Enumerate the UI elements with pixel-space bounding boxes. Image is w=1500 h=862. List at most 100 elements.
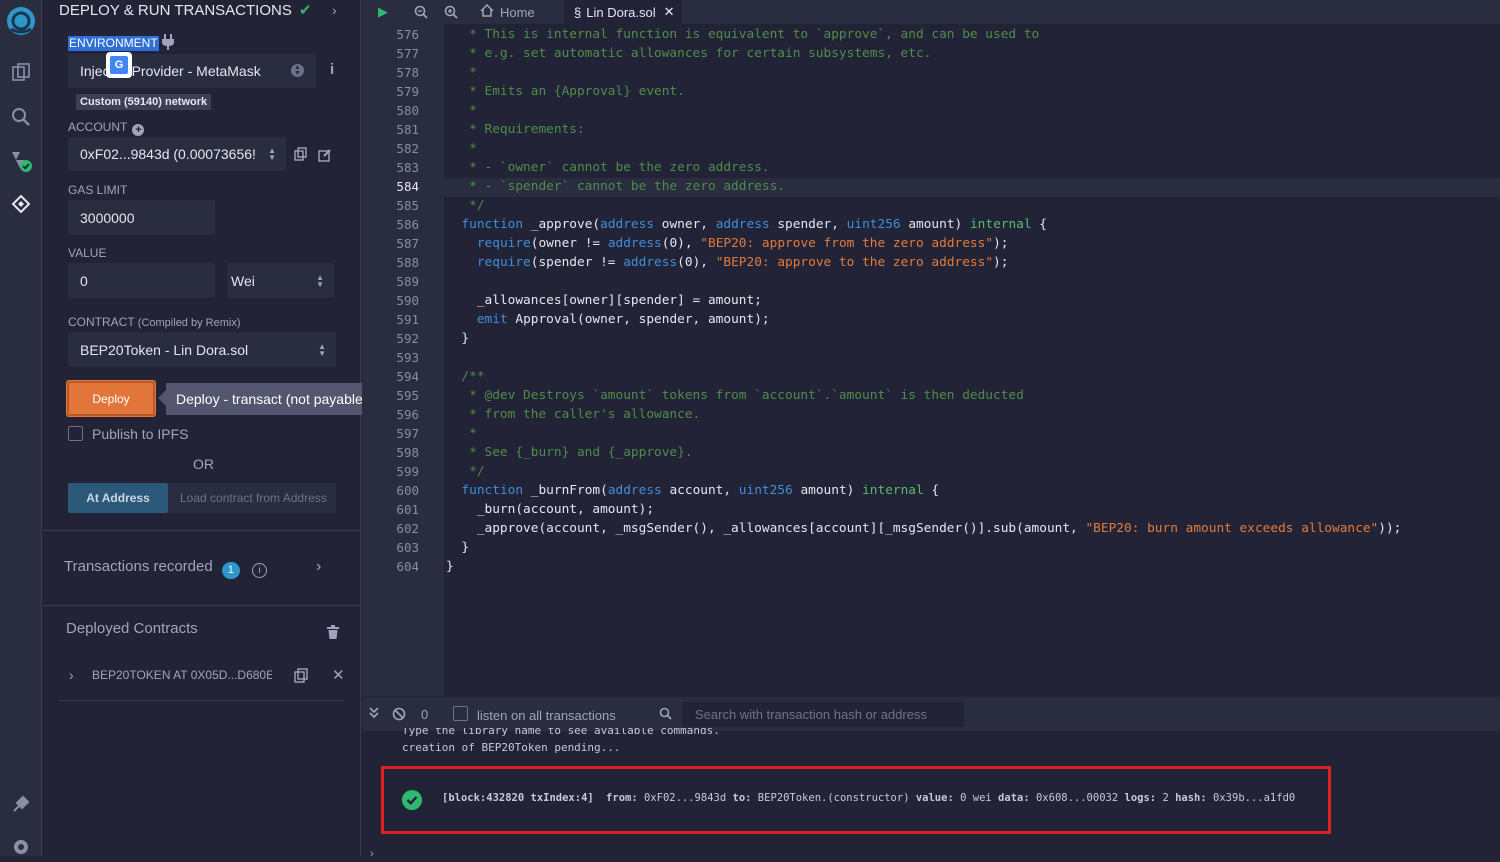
value-unit-text: Wei: [231, 272, 255, 289]
plugin-manager-icon[interactable]: [6, 789, 36, 819]
line-number: 599: [396, 464, 419, 479]
tab-home[interactable]: Home: [478, 0, 564, 24]
code-line[interactable]: emit Approval(owner, spender, amount);: [446, 312, 770, 327]
account-select[interactable]: 0xF02...9843d (0.00073656! ▲ ▼: [68, 137, 286, 171]
line-number: 585: [396, 198, 419, 213]
contract-label: CONTRACT (Compiled by Remix): [68, 315, 241, 329]
plug-icon: [161, 34, 175, 53]
tx-value-value: 0 wei: [960, 792, 992, 804]
prompt-chevron-icon[interactable]: ›: [370, 848, 374, 860]
code-line[interactable]: _approve(account, _msgSender(), _allowan…: [446, 521, 1402, 536]
value-unit-select[interactable]: Wei ▲ ▼: [227, 263, 334, 298]
line-number: 591: [396, 312, 419, 327]
tx-from-label: from:: [606, 792, 638, 804]
account-value: 0xF02...9843d (0.00073656!: [80, 146, 256, 162]
home-icon: [480, 3, 494, 20]
remix-logo-icon[interactable]: [4, 4, 38, 38]
line-number: 588: [396, 255, 419, 270]
code-line[interactable]: * This is internal function is equivalen…: [446, 27, 1039, 42]
code-line[interactable]: /**: [446, 369, 484, 384]
translate-icon[interactable]: G: [106, 52, 132, 78]
tab-file-label: Lin Dora.sol: [586, 4, 656, 20]
code-line[interactable]: * from the caller's allowance.: [446, 407, 700, 422]
select-arrows-icon: ▲ ▼: [318, 341, 326, 358]
code-line[interactable]: function _burnFrom(address account, uint…: [446, 483, 939, 498]
clear-console-icon[interactable]: [392, 707, 406, 726]
tab-lin-dora-sol[interactable]: § Lin Dora.sol ✕: [564, 0, 682, 24]
line-number: 577: [396, 46, 419, 61]
line-number: 598: [396, 445, 419, 460]
select-arrows-icon: ▲ ▼: [291, 64, 304, 77]
tx-data-label: data:: [998, 792, 1030, 804]
tx-hash-label: hash:: [1175, 792, 1207, 804]
solidity-compiler-icon[interactable]: [6, 146, 36, 176]
code-line[interactable]: _burn(account, amount);: [446, 502, 654, 517]
search-icon[interactable]: [6, 102, 36, 132]
code-line[interactable]: * - `owner` cannot be the zero address.: [446, 160, 769, 175]
copy-icon[interactable]: [294, 147, 307, 164]
zoom-out-icon[interactable]: [414, 0, 428, 24]
code-line[interactable]: */: [446, 198, 484, 213]
line-number: 596: [396, 407, 419, 422]
listen-all-checkbox[interactable]: [453, 706, 468, 721]
publish-ipfs-checkbox[interactable]: [68, 426, 83, 441]
code-line[interactable]: * See {_burn} and {_approve}.: [446, 445, 692, 460]
transactions-recorded-header[interactable]: Transactions recorded 1 i: [64, 558, 268, 579]
close-icon[interactable]: ✕: [332, 666, 345, 684]
chevron-right-icon[interactable]: ›: [332, 2, 337, 18]
run-script-icon[interactable]: ▶: [378, 0, 388, 24]
code-line[interactable]: }: [446, 540, 469, 555]
add-account-icon[interactable]: +: [132, 124, 145, 136]
pending-tx-count: 0: [421, 707, 429, 722]
check-icon: ✔: [299, 2, 312, 19]
deploy-button[interactable]: Deploy: [67, 381, 155, 416]
tx-hash-value: 0x39b...a1fd0: [1213, 792, 1296, 804]
code-line[interactable]: require(spender != address(0), "BEP20: a…: [446, 255, 1009, 270]
gas-limit-input[interactable]: 3000000: [68, 200, 215, 235]
code-line[interactable]: * e.g. set automatic allowances for cert…: [446, 46, 931, 61]
code-line[interactable]: *: [446, 426, 477, 441]
file-explorer-icon[interactable]: [6, 57, 36, 87]
solidity-file-icon: §: [574, 4, 582, 20]
info-icon[interactable]: i: [330, 61, 334, 78]
tooltip-arrow: [158, 390, 166, 406]
chevron-right-icon[interactable]: ›: [316, 558, 321, 576]
edit-icon[interactable]: [318, 148, 332, 165]
contract-select[interactable]: BEP20Token - Lin Dora.sol ▲ ▼: [68, 332, 336, 367]
collapse-terminal-icon[interactable]: [369, 707, 379, 722]
code-line[interactable]: * Requirements:: [446, 122, 585, 137]
close-tab-icon[interactable]: ✕: [664, 4, 675, 20]
line-number: 593: [396, 350, 419, 365]
at-address-button[interactable]: At Address: [68, 483, 168, 513]
info-icon: i: [252, 563, 268, 578]
load-contract-address-input[interactable]: Load contract from Address: [168, 483, 336, 513]
code-line[interactable]: }: [446, 559, 454, 574]
terminal-line: creation of BEP20Token pending...: [402, 741, 621, 754]
code-line[interactable]: *: [446, 65, 477, 80]
code-line[interactable]: *: [446, 103, 477, 118]
transaction-log-line[interactable]: [block:432820 txIndex:4] from: 0xF02...9…: [442, 792, 1295, 804]
code-line[interactable]: _allowances[owner][spender] = amount;: [446, 293, 762, 308]
code-line[interactable]: */: [446, 464, 484, 479]
code-line[interactable]: *: [446, 141, 477, 156]
tx-to-label: to:: [732, 792, 752, 804]
network-badge: Custom (59140) network: [76, 94, 212, 110]
code-line[interactable]: * - `spender` cannot be the zero address…: [446, 179, 785, 194]
editor-tab-bar: ▶ Home § Lin Dora.sol ✕: [362, 0, 1500, 24]
code-line[interactable]: require(owner != address(0), "BEP20: app…: [446, 236, 1009, 251]
deploy-run-icon[interactable]: [6, 189, 36, 219]
deployed-contracts-label: Deployed Contracts: [66, 620, 198, 637]
trash-icon[interactable]: [327, 625, 339, 644]
deployed-contract-item[interactable]: BEP20TOKEN AT 0X05D...D680E: [92, 668, 272, 682]
code-line[interactable]: * Emits an {Approval} event.: [446, 84, 685, 99]
code-line[interactable]: function _approve(address owner, address…: [446, 217, 1047, 232]
chevron-right-icon[interactable]: ›: [69, 667, 74, 683]
zoom-in-icon[interactable]: [444, 0, 458, 24]
value-input[interactable]: 0: [68, 263, 215, 298]
code-line[interactable]: }: [446, 331, 469, 346]
code-line[interactable]: * @dev Destroys `amount` tokens from `ac…: [446, 388, 1024, 403]
copy-icon[interactable]: [294, 668, 308, 688]
settings-gear-icon[interactable]: [6, 832, 36, 862]
tx-value-label: value:: [915, 792, 954, 804]
terminal-search-input[interactable]: Search with transaction hash or address: [682, 702, 964, 727]
